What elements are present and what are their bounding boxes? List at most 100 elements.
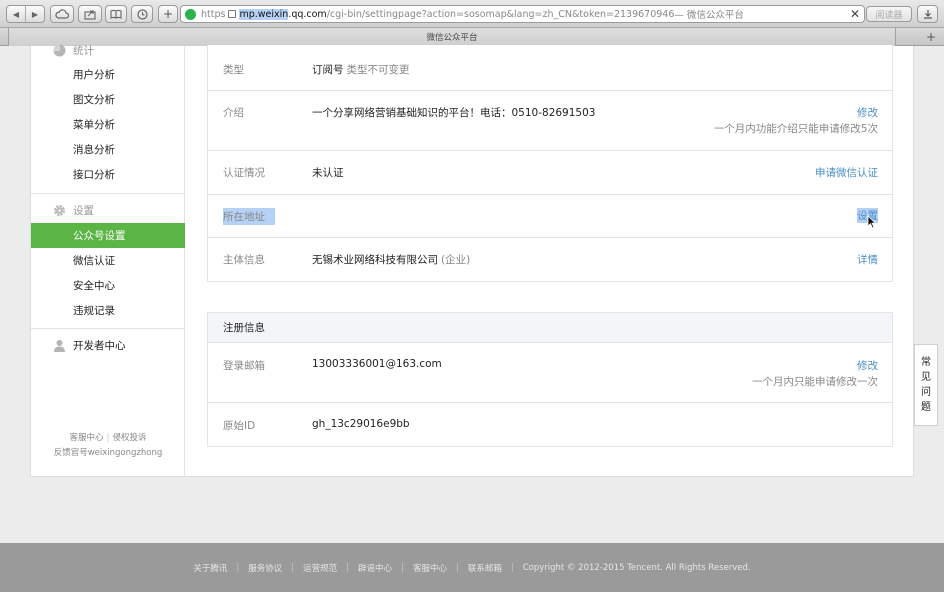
faq-char: 问 [921, 387, 931, 398]
back-icon[interactable]: ◀ [7, 6, 25, 22]
row-label: 主体信息 [223, 254, 265, 266]
add-bookmark-button[interactable]: + [158, 5, 178, 23]
registration-card: 注册信息 登录邮箱 13003336001@163.com 修改 一个月内只能申… [207, 312, 893, 447]
new-tab-icon[interactable]: + [898, 28, 944, 46]
sidebar-item-api-analysis[interactable]: 接口分析 [31, 162, 185, 187]
sidebar-item-label: 用户分析 [73, 69, 115, 81]
row-label: 原始ID [223, 420, 256, 432]
sidebar-item-label: 微信认证 [73, 255, 115, 267]
footer-copyright: Copyright © 2012-2015 Tencent. All Right… [522, 562, 751, 573]
url-host-rest: .qq.com [288, 8, 327, 20]
icloud-tabs-button[interactable] [50, 5, 74, 23]
email-note: 一个月内只能申请修改一次 [752, 376, 878, 388]
entity-value: 无锡术业网络科技有限公司 [312, 254, 438, 266]
sidebar-item-label: 安全中心 [73, 280, 115, 292]
sidebar-feedback: 反馈官号weixingongzhong [53, 448, 163, 458]
downloads-button[interactable] [917, 5, 938, 23]
share-icon [84, 9, 96, 20]
sidebar-header-label: 统计 [73, 44, 94, 57]
row-value: 订阅号 类型不可变更 [312, 62, 410, 77]
row-label: 登录邮箱 [223, 360, 265, 372]
footer-link-contact[interactable]: 联系邮箱 [468, 562, 502, 574]
url-host-selected: mp.weixin [239, 8, 289, 20]
footer-link-agreement[interactable]: 服务协议 [248, 562, 282, 574]
gear-icon [54, 205, 65, 216]
customer-service-link[interactable]: 客服中心 [70, 433, 104, 443]
info-row-intro: 介绍 一个分享网络营销基础知识的平台！电话：0510-82691503 修改 一… [208, 91, 892, 151]
site-footer: 关于腾讯 | 服务协议 | 运营规范 | 辟谣中心 | 客服中心 | 联系邮箱 | Copy… [0, 543, 944, 592]
registration-title: 注册信息 [208, 313, 892, 343]
footer-link-about[interactable]: 关于腾讯 [193, 562, 227, 574]
mouse-cursor-icon [867, 215, 877, 229]
info-row-type: 类型 订阅号 类型不可变更 [208, 45, 892, 91]
sidebar-footer-links: 客服中心 | 侵权投诉 [69, 433, 147, 443]
info-row-verification: 认证情况 未认证 申请微信认证 [208, 151, 892, 195]
footer-link-rumor-center[interactable]: 辟谣中心 [358, 562, 392, 574]
clock-icon [136, 8, 148, 20]
book-icon [110, 9, 122, 19]
sidebar-divider [31, 193, 185, 194]
original-id-value: gh_13c29016e9bb [312, 418, 410, 430]
url-scheme: https [201, 8, 226, 20]
row-label: 介绍 [223, 107, 244, 119]
account-info-card: 类型 订阅号 类型不可变更 介绍 一个分享网络营销基础知识的平台！电话：0510-… [207, 45, 893, 282]
sidebar-item-label: 接口分析 [73, 169, 115, 181]
intro-note: 一个月内功能介绍只能申请修改5次 [713, 123, 878, 135]
sidebar-item-wechat-verification[interactable]: 微信认证 [31, 248, 185, 273]
faq-char: 常 [921, 357, 931, 368]
account-type-hint: 类型不可变更 [346, 64, 410, 76]
row-label: 所在地址 [223, 208, 275, 225]
back-forward-group: ◀ ▶ [6, 5, 45, 23]
sidebar-item-article-analysis[interactable]: 图文分析 [31, 87, 185, 112]
address-bar[interactable]: https mp.weixin .qq.com/cgi-bin/settingpa… [180, 5, 865, 23]
forward-icon[interactable]: ▶ [25, 6, 44, 22]
infringement-link[interactable]: 侵权投诉 [112, 433, 146, 443]
row-label: 类型 [223, 64, 244, 76]
faq-char: 题 [921, 402, 931, 413]
entity-type-hint: (企业) [441, 254, 471, 266]
reader-button[interactable]: 阅读器 [866, 6, 912, 22]
page-container: 统计 用户分析 图文分析 菜单分析 消息分析 接口分析 设置 公众号设置 微信认… [30, 44, 914, 477]
entity-details-link[interactable]: 详情 [857, 252, 878, 267]
sidebar-header-label: 设置 [73, 204, 94, 217]
intro-value: 一个分享网络营销基础知识的平台！电话：0510-82691503 [312, 107, 596, 119]
wechat-site-icon [185, 8, 196, 20]
account-type-value: 订阅号 [312, 64, 344, 76]
footer-link-rules[interactable]: 运营规范 [303, 562, 337, 574]
history-button[interactable] [131, 5, 153, 23]
sidebar-item-account-settings[interactable]: 公众号设置 [31, 223, 185, 248]
sidebar-header-stats: 统计 [31, 38, 185, 62]
clear-url-icon[interactable]: ✕ [850, 7, 860, 21]
sidebar-item-message-analysis[interactable]: 消息分析 [31, 137, 185, 162]
verification-value: 未认证 [312, 167, 344, 179]
row-label: 认证情况 [223, 167, 265, 179]
lock-icon [228, 10, 237, 18]
apply-verification-link[interactable]: 申请微信认证 [815, 165, 878, 180]
bookmarks-button[interactable] [105, 5, 127, 23]
url-title: — 微信公众平台 [674, 10, 744, 21]
cloud-icon [55, 9, 69, 19]
sidebar-item-security-center[interactable]: 安全中心 [31, 273, 185, 298]
info-row-address: 所在地址 设置 [208, 195, 892, 238]
url-path: /cgi-bin/settingpage?action=sosomap&lang… [326, 8, 675, 20]
sidebar-item-user-analysis[interactable]: 用户分析 [31, 62, 185, 87]
faq-tab[interactable]: 常 见 问 题 [914, 344, 938, 426]
sidebar-item-menu-analysis[interactable]: 菜单分析 [31, 112, 185, 137]
share-button[interactable] [78, 5, 102, 23]
sidebar-item-label: 公众号设置 [73, 230, 126, 242]
edit-intro-link[interactable]: 修改 [857, 105, 878, 120]
sidebar-item-label: 违规记录 [73, 305, 115, 317]
reg-row-original-id: 原始ID gh_13c29016e9bb [208, 403, 892, 446]
edit-email-link[interactable]: 修改 [857, 358, 878, 373]
sidebar-item-label: 图文分析 [73, 94, 115, 106]
sidebar: 统计 用户分析 图文分析 菜单分析 消息分析 接口分析 设置 公众号设置 微信认… [31, 44, 185, 476]
sidebar-item-label: 菜单分析 [73, 119, 115, 131]
plus-icon: + [162, 7, 174, 21]
reg-row-email: 登录邮箱 13003336001@163.com 修改 一个月内只能申请修改一次 [208, 343, 892, 403]
sidebar-header-label: 开发者中心 [73, 339, 126, 352]
pie-chart-icon [53, 44, 66, 57]
footer-link-service[interactable]: 客服中心 [413, 562, 447, 574]
email-value: 13003336001@163.com [312, 358, 442, 370]
sidebar-item-developer-center[interactable]: 开发者中心 [31, 333, 185, 357]
sidebar-item-violation-records[interactable]: 违规记录 [31, 298, 185, 323]
